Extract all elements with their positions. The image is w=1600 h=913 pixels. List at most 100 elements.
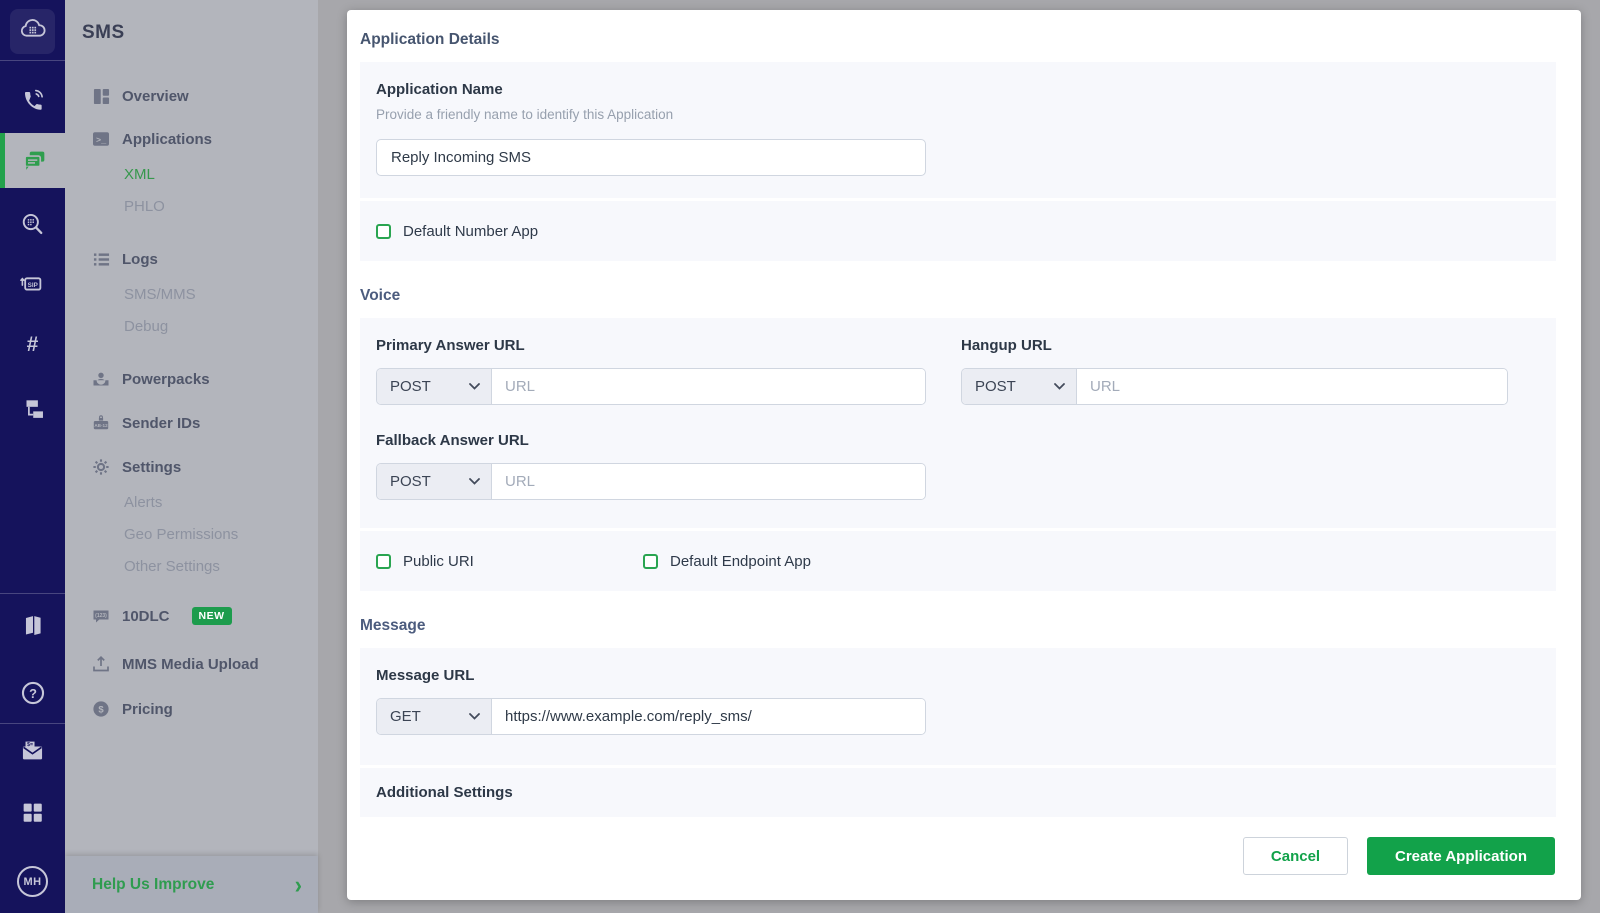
- sidebar-item-powerpacks[interactable]: Powerpacks: [65, 363, 318, 395]
- sidebar-item-sender-ids[interactable]: AB-12 Sender IDs: [65, 407, 318, 439]
- sidebar-title: SMS: [82, 22, 318, 44]
- method-value: POST: [975, 378, 1016, 395]
- sidebar-item-other-settings[interactable]: Other Settings: [65, 550, 318, 582]
- default-endpoint-app-checkbox-item[interactable]: Default Endpoint App: [643, 553, 811, 570]
- sidebar-item-label: Geo Permissions: [124, 526, 238, 543]
- default-number-app-label: Default Number App: [403, 223, 538, 240]
- voice-left-column: Primary Answer URL POST Fallback Answer …: [376, 336, 926, 500]
- bubble-123-icon: (123): [92, 607, 110, 625]
- help-question-icon[interactable]: ?: [0, 679, 65, 707]
- help-us-improve-label: Help Us Improve: [92, 876, 214, 894]
- phlo-sitemap-icon[interactable]: [0, 396, 65, 422]
- sidebar-item-label: PHLO: [124, 198, 165, 215]
- default-number-app-checkbox[interactable]: [376, 224, 391, 239]
- chevron-down-icon: [469, 478, 480, 485]
- message-url-label: Message URL: [376, 666, 1540, 686]
- rail-divider: [0, 723, 65, 724]
- dollar-circle-icon: $: [92, 700, 110, 718]
- terminal-icon: >_: [92, 130, 110, 148]
- sidebar-item-label: Applications: [122, 131, 212, 148]
- sidebar-item-logs[interactable]: Logs: [65, 243, 318, 275]
- list-icon: [92, 250, 110, 268]
- gear-icon: [92, 458, 110, 476]
- primary-answer-url-group: POST: [376, 368, 926, 405]
- additional-settings-row[interactable]: Additional Settings: [360, 768, 1556, 817]
- hangup-method-select[interactable]: POST: [962, 369, 1077, 404]
- voice-urls-row: Primary Answer URL POST Fallback Answer …: [360, 318, 1556, 528]
- public-uri-checkbox-item[interactable]: Public URI: [376, 553, 643, 570]
- docs-book-icon[interactable]: [0, 612, 65, 638]
- help-us-improve[interactable]: Help Us Improve ›: [65, 856, 318, 913]
- shortcode-hash-icon[interactable]: #: [0, 333, 65, 357]
- method-value: POST: [390, 473, 431, 490]
- message-url-row: Message URL GET: [360, 648, 1556, 765]
- section-heading-application-details: Application Details: [360, 31, 1556, 49]
- number-search-icon[interactable]: [0, 211, 65, 238]
- sidebar-item-label: Alerts: [124, 494, 162, 511]
- section-heading-message: Message: [360, 617, 1556, 635]
- voice-phone-icon[interactable]: [0, 86, 65, 112]
- message-url-input[interactable]: [492, 699, 925, 734]
- apps-grid-icon[interactable]: [0, 800, 65, 825]
- public-uri-checkbox[interactable]: [376, 554, 391, 569]
- hangup-url-input[interactable]: [1077, 369, 1507, 404]
- default-number-app-checkbox-item[interactable]: Default Number App: [376, 223, 538, 240]
- sidebar-menu: Overview >_ Applications XML PHLO: [65, 80, 318, 725]
- application-name-input[interactable]: [376, 139, 926, 176]
- sidebar-item-label: Overview: [122, 88, 189, 105]
- sidebar-item-settings[interactable]: Settings: [65, 451, 318, 483]
- method-value: POST: [390, 378, 431, 395]
- sip-trunk-icon[interactable]: SIP: [0, 271, 65, 298]
- chevron-right-icon: ›: [295, 872, 302, 897]
- upload-icon: [92, 655, 110, 673]
- billing-invoice-icon[interactable]: $=: [0, 738, 65, 765]
- sidebar-item-alerts[interactable]: Alerts: [65, 486, 318, 518]
- form-action-bar: Cancel Create Application: [347, 812, 1581, 900]
- method-value: GET: [390, 708, 421, 725]
- cancel-button[interactable]: Cancel: [1243, 837, 1348, 875]
- cloud-logo-tile[interactable]: [10, 9, 55, 54]
- sidebar-item-phlo[interactable]: PHLO: [65, 190, 318, 222]
- sidebar-item-label: Pricing: [122, 701, 173, 718]
- user-avatar[interactable]: MH: [17, 866, 48, 897]
- cloud-logo-icon: [19, 16, 46, 48]
- create-application-button[interactable]: Create Application: [1367, 837, 1555, 875]
- svg-text:SIP: SIP: [28, 282, 38, 289]
- sidebar-item-label: Logs: [122, 251, 158, 268]
- fallback-answer-method-select[interactable]: POST: [377, 464, 492, 499]
- sidebar-item-sms-mms[interactable]: SMS/MMS: [65, 278, 318, 310]
- sidebar-item-pricing[interactable]: $ Pricing: [65, 693, 318, 725]
- sidebar-item-label: MMS Media Upload: [122, 656, 259, 673]
- default-endpoint-app-checkbox[interactable]: [643, 554, 658, 569]
- message-method-select[interactable]: GET: [377, 699, 492, 734]
- main-backdrop: Application Details Application Name Pro…: [318, 0, 1600, 913]
- create-application-card: Application Details Application Name Pro…: [347, 10, 1581, 900]
- application-name-hint: Provide a friendly name to identify this…: [376, 106, 1540, 124]
- primary-answer-url-label: Primary Answer URL: [376, 336, 926, 356]
- additional-settings-label: Additional Settings: [376, 784, 513, 801]
- voice-checkboxes-row: Public URI Default Endpoint App: [360, 531, 1556, 591]
- hangup-url-group: POST: [961, 368, 1508, 405]
- sidebar-item-10dlc[interactable]: (123) 10DLC NEW: [65, 600, 318, 632]
- sms-sidebar: SMS Overview >_ Applications XML PHLO: [65, 0, 318, 913]
- sidebar-item-label: Sender IDs: [122, 415, 200, 432]
- message-url-group: GET: [376, 698, 926, 735]
- sidebar-item-overview[interactable]: Overview: [65, 80, 318, 112]
- sender-id-badge-icon: AB-12: [92, 414, 110, 432]
- fallback-answer-url-input[interactable]: [492, 464, 925, 499]
- sidebar-item-applications[interactable]: >_ Applications: [65, 123, 318, 155]
- sidebar-item-label: SMS/MMS: [124, 286, 196, 303]
- default-endpoint-app-label: Default Endpoint App: [670, 553, 811, 570]
- sidebar-item-label: Other Settings: [124, 558, 220, 575]
- primary-answer-method-select[interactable]: POST: [377, 369, 492, 404]
- sidebar-item-geo-permissions[interactable]: Geo Permissions: [65, 518, 318, 550]
- primary-answer-url-input[interactable]: [492, 369, 925, 404]
- sidebar-item-mms-media-upload[interactable]: MMS Media Upload: [65, 648, 318, 680]
- sidebar-item-debug[interactable]: Debug: [65, 310, 318, 342]
- sms-message-icon[interactable]: [0, 133, 65, 188]
- sidebar-item-xml[interactable]: XML: [65, 158, 318, 190]
- svg-text:AB-12: AB-12: [94, 423, 108, 428]
- chevron-down-icon: [1054, 383, 1065, 390]
- fallback-answer-url-group: POST: [376, 463, 926, 500]
- application-name-row: Application Name Provide a friendly name…: [360, 62, 1556, 198]
